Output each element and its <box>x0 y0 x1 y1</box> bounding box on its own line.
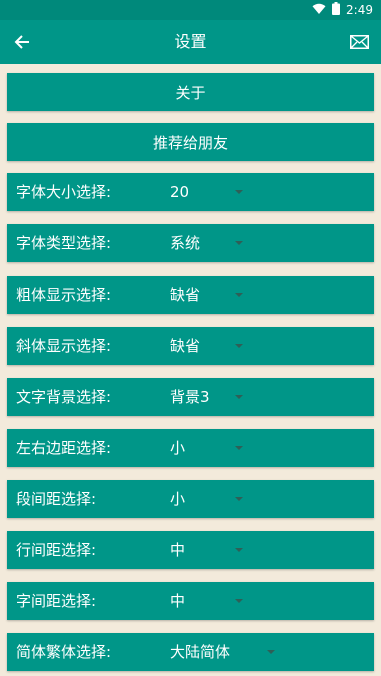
dropdown-arrow-icon[interactable] <box>235 599 243 603</box>
dropdown-arrow-icon[interactable] <box>235 497 243 501</box>
setting-value[interactable]: 20 <box>170 173 189 211</box>
bold-setting[interactable]: 粗体显示选择: 缺省 <box>7 276 374 314</box>
setting-label: 文字背景选择: <box>16 388 112 406</box>
setting-label: 字体大小选择: <box>16 183 112 201</box>
letter-spacing-setting[interactable]: 字间距选择: 中 <box>7 582 374 620</box>
setting-label: 斜体显示选择: <box>16 337 112 355</box>
dropdown-arrow-icon[interactable] <box>267 650 275 654</box>
margin-setting[interactable]: 左右边距选择: 小 <box>7 429 374 467</box>
setting-label: 粗体显示选择: <box>16 286 112 304</box>
setting-value[interactable]: 小 <box>170 429 185 467</box>
status-bar: 2:49 <box>0 0 381 20</box>
line-spacing-setting[interactable]: 行间距选择: 中 <box>7 531 374 569</box>
battery-icon <box>332 2 341 18</box>
mail-icon[interactable] <box>349 33 369 51</box>
setting-value[interactable]: 缺省 <box>170 276 200 314</box>
setting-label: 行间距选择: <box>16 541 97 559</box>
setting-value[interactable]: 系统 <box>170 224 200 262</box>
italic-setting[interactable]: 斜体显示选择: 缺省 <box>7 327 374 365</box>
dropdown-arrow-icon[interactable] <box>235 293 243 297</box>
font-type-setting[interactable]: 字体类型选择: 系统 <box>7 224 374 262</box>
dropdown-arrow-icon[interactable] <box>235 344 243 348</box>
paragraph-spacing-setting[interactable]: 段间距选择: 小 <box>7 480 374 518</box>
recommend-button[interactable]: 推荐给朋友 <box>7 123 374 161</box>
dropdown-arrow-icon[interactable] <box>235 190 243 194</box>
setting-value[interactable]: 缺省 <box>170 327 200 365</box>
simplified-traditional-setting[interactable]: 简体繁体选择: 大陆简体 <box>7 633 374 671</box>
setting-value[interactable]: 中 <box>170 531 185 569</box>
app-bar: 设置 <box>0 20 381 64</box>
setting-value[interactable]: 背景3 <box>170 378 210 416</box>
setting-label: 字体类型选择: <box>16 234 112 252</box>
dropdown-arrow-icon[interactable] <box>235 548 243 552</box>
setting-label: 左右边距选择: <box>16 439 112 457</box>
page-title: 设置 <box>174 32 207 51</box>
setting-label: 字间距选择: <box>16 592 97 610</box>
font-size-setting[interactable]: 字体大小选择: 20 <box>7 173 374 211</box>
dropdown-arrow-icon[interactable] <box>235 241 243 245</box>
text-background-setting[interactable]: 文字背景选择: 背景3 <box>7 378 374 416</box>
setting-value[interactable]: 小 <box>170 480 185 518</box>
dropdown-arrow-icon[interactable] <box>235 395 243 399</box>
status-time: 2:49 <box>346 3 373 17</box>
wifi-icon <box>312 3 326 18</box>
setting-label: 简体繁体选择: <box>16 643 112 661</box>
about-button[interactable]: 关于 <box>7 73 374 111</box>
setting-label: 段间距选择: <box>16 490 97 508</box>
setting-value[interactable]: 大陆简体 <box>170 633 230 671</box>
status-icons: 2:49 <box>312 2 373 18</box>
dropdown-arrow-icon[interactable] <box>235 446 243 450</box>
setting-value[interactable]: 中 <box>170 582 185 620</box>
